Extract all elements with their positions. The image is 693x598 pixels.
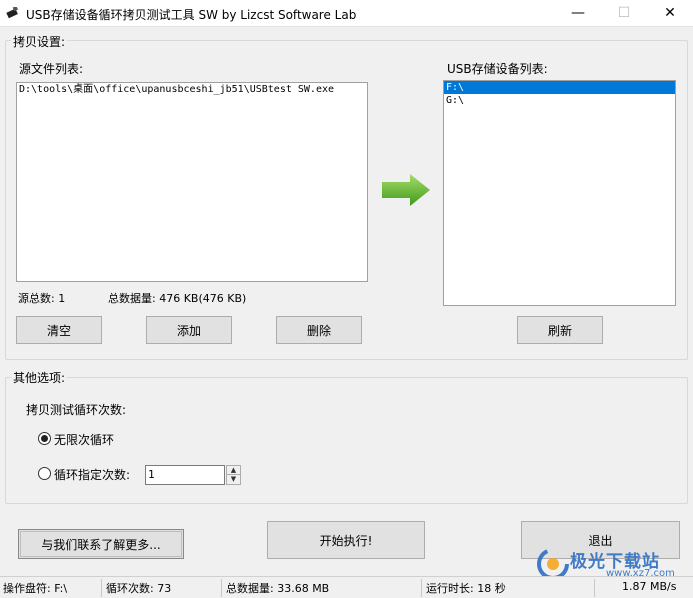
start-button[interactable]: 开始执行! (267, 521, 425, 559)
status-total: 总数据量: 33.68 MB (226, 582, 330, 595)
status-runtime: 运行时长: 18 秒 (426, 582, 506, 595)
status-bar: 操作盘符: F:\ 循环次数: 73 总数据量: 33.68 MB 运行时长: … (0, 576, 693, 598)
minimize-button[interactable]: — (555, 0, 601, 27)
source-count: 源总数: 1 (18, 292, 66, 305)
other-options-label: 其他选项: (11, 369, 68, 386)
loop-count-stepper[interactable]: ▲ ▼ (226, 465, 241, 485)
list-item[interactable]: D:\tools\桌面\office\upanusbceshi_jb51\USB… (17, 83, 367, 96)
usb-list-label: USB存储设备列表: (447, 62, 548, 76)
usb-drive-icon (6, 7, 19, 19)
status-loops: 循环次数: 73 (106, 582, 172, 595)
copy-settings-label: 拷贝设置: (11, 33, 68, 50)
specified-loop-label[interactable]: 循环指定次数: (54, 466, 130, 483)
status-divider (594, 579, 595, 597)
status-divider (421, 579, 422, 597)
chevron-down-icon[interactable]: ▼ (227, 475, 240, 484)
arrow-right-icon (382, 174, 430, 206)
delete-button[interactable]: 删除 (276, 316, 362, 344)
status-divider (221, 579, 222, 597)
loop-count-label: 拷贝测试循环次数: (26, 403, 127, 417)
chevron-up-icon[interactable]: ▲ (227, 466, 240, 475)
list-item[interactable]: G:\ (444, 94, 675, 107)
window-title: USB存储设备循环拷贝测试工具 SW by Lizcst Software La… (26, 8, 357, 22)
source-list-label: 源文件列表: (19, 62, 84, 76)
maximize-button[interactable]: ☐ (601, 0, 647, 27)
infinite-loop-radio[interactable] (38, 432, 51, 445)
refresh-button[interactable]: 刷新 (517, 316, 603, 344)
title-bar: USB存储设备循环拷贝测试工具 SW by Lizcst Software La… (0, 0, 693, 27)
specified-loop-radio[interactable] (38, 467, 51, 480)
status-speed: 1.87 MB/s (622, 580, 677, 593)
infinite-loop-label[interactable]: 无限次循环 (54, 431, 114, 448)
loop-count-input[interactable]: 1 (145, 465, 225, 485)
close-button[interactable]: ✕ (647, 0, 693, 27)
list-item[interactable]: F:\ (444, 81, 675, 94)
status-drive: 操作盘符: F:\ (3, 582, 68, 595)
add-button[interactable]: 添加 (146, 316, 232, 344)
usb-device-list[interactable]: F:\ G:\ (443, 80, 676, 306)
contact-button[interactable]: 与我们联系了解更多... (18, 529, 184, 559)
total-size: 总数据量: 476 KB(476 KB) (108, 292, 247, 305)
status-divider (101, 579, 102, 597)
source-file-list[interactable]: D:\tools\桌面\office\upanusbceshi_jb51\USB… (16, 82, 368, 282)
clear-button[interactable]: 清空 (16, 316, 102, 344)
